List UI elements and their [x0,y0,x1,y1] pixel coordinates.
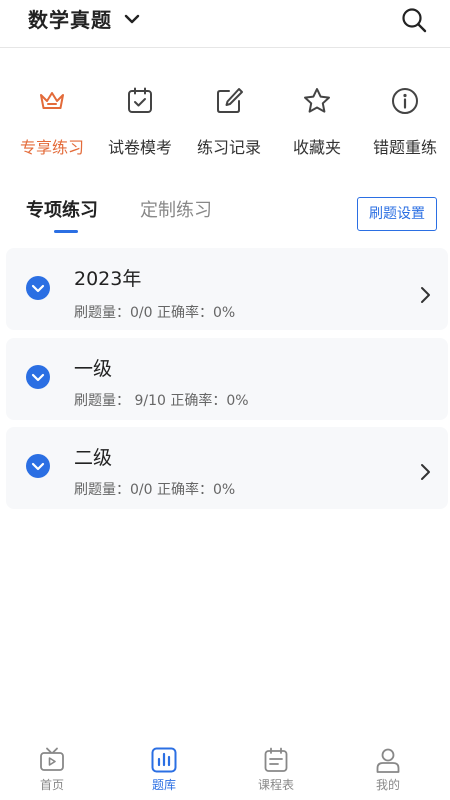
section-stats: 刷题量： 9/10 正确率：0% [74,393,249,409]
page-title: 数学真题 [28,8,112,32]
category-label: 错题重练 [372,138,437,157]
schedule-icon [264,747,288,772]
check-circle-icon [26,454,50,478]
nav-label: 题库 [151,778,176,792]
info-icon [392,88,418,114]
search-icon[interactable] [400,6,428,34]
nav-profile[interactable]: 我的 [348,746,428,793]
nav-question-bank[interactable]: 题库 [124,746,204,793]
user-icon [376,748,400,773]
section-title: 一级 [74,358,113,380]
category-menu: 专享练习 试卷模考 练习记录 收藏夹 错题重练 [0,86,450,166]
chevron-right-icon [421,287,430,303]
category-favorites[interactable]: 收藏夹 [272,86,362,158]
nav-label: 课程表 [257,778,294,792]
active-tab-indicator [54,230,78,233]
chevron-right-icon [421,464,430,480]
subject-selector[interactable]: 数学真题 [28,4,140,33]
top-bar: 数学真题 [0,0,450,48]
calendar-check-icon [128,87,152,113]
check-circle-icon [26,276,50,300]
section-stats: 刷题量：0/0 正确率：0% [74,482,236,498]
category-label: 专享练习 [19,138,84,157]
tab-custom-practice[interactable]: 定制练习 [140,196,212,222]
nav-home[interactable]: 首页 [12,746,92,793]
star-icon [304,88,330,113]
category-label: 收藏夹 [292,138,341,157]
category-mock-exam[interactable]: 试卷模考 [95,86,185,158]
bar-chart-icon [151,747,177,773]
category-label: 练习记录 [196,138,261,157]
category-exclusive-practice[interactable]: 专享练习 [7,86,97,158]
crown-icon [40,92,64,109]
edit-icon [217,88,243,113]
practice-settings-button[interactable]: 刷题设置 [357,197,437,231]
section-card-2023[interactable]: 2023年 刷题量：0/0 正确率：0% [6,248,448,330]
section-title: 二级 [74,447,113,469]
section-stats: 刷题量：0/0 正确率：0% [74,305,236,321]
tab-special-practice[interactable]: 专项练习 [26,196,98,222]
category-label: 试卷模考 [107,138,172,157]
check-circle-icon [26,365,50,389]
section-card-level-2[interactable]: 二级 刷题量：0/0 正确率：0% [6,427,448,509]
category-practice-records[interactable]: 练习记录 [184,86,274,158]
bottom-navigation: 首页 题库 课程表 我的 [0,742,450,800]
nav-label: 我的 [375,778,400,792]
tv-icon [40,747,64,771]
section-title: 2023年 [74,268,142,290]
nav-label: 首页 [39,778,64,792]
nav-schedule[interactable]: 课程表 [236,746,316,793]
section-card-level-1[interactable]: 一级 刷题量： 9/10 正确率：0% [6,338,448,420]
chevron-down-icon [124,14,140,23]
category-mistake-review[interactable]: 错题重练 [360,86,450,158]
